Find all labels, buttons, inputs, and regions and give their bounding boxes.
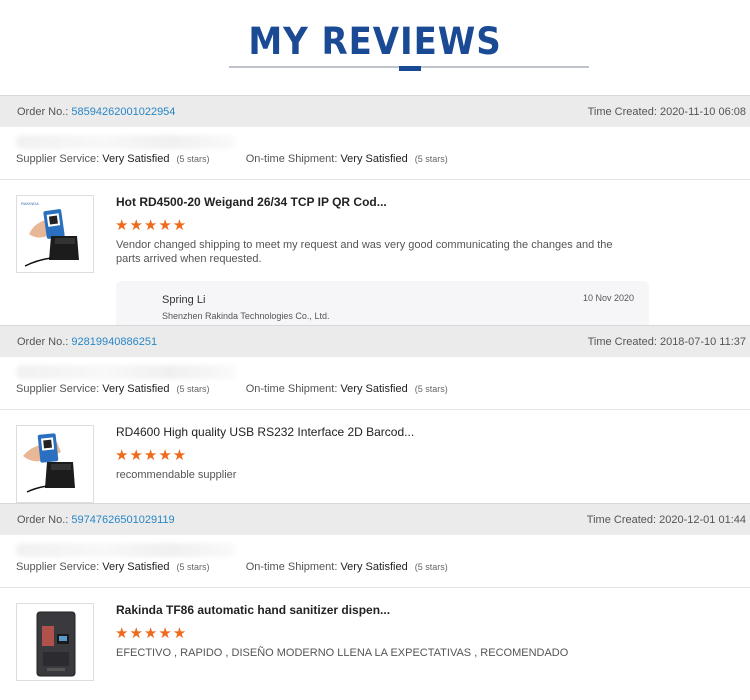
divider: [0, 179, 750, 180]
time-created: Time Created: 2018-07-10 11:37: [587, 336, 746, 348]
supplier-reply: Spring Li Shenzhen Rakinda Technologies …: [116, 281, 649, 325]
service-ratings: Supplier Service: Very Satisfied (5 star…: [16, 561, 448, 573]
divider: [0, 587, 750, 588]
product-thumbnail[interactable]: [16, 425, 94, 503]
order-number: Order No.: 59747626501029119: [17, 514, 175, 526]
supplier-rating: Very Satisfied: [102, 383, 170, 395]
review-comment: EFECTIVO , RAPIDO , DISEÑO MODERNO LLENA…: [116, 647, 569, 659]
product-stars: ★★★★★: [115, 217, 188, 234]
order-card: Order No.: 92819940886251 Time Created: …: [0, 325, 750, 503]
product-stars: ★★★★★: [115, 447, 188, 464]
shipment-rating: Very Satisfied: [340, 383, 408, 395]
product-thumbnail[interactable]: RAKINDA: [16, 195, 94, 273]
supplier-rating: Very Satisfied: [102, 561, 170, 573]
product-stars: ★★★★★: [115, 625, 188, 642]
barcode-reader-image: [17, 426, 93, 502]
order-card: Order No.: 58594262001022954 Time Create…: [0, 95, 750, 327]
barcode-reader-image: RAKINDA: [17, 196, 93, 272]
reply-name: Spring Li: [162, 294, 206, 306]
time-created: Time Created: 2020-12-01 01:44: [586, 514, 746, 526]
order-card: Order No.: 59747626501029119 Time Create…: [0, 503, 750, 700]
time-created: Time Created: 2020-11-10 06:08: [587, 106, 746, 118]
page-header: MY REVIEWS: [0, 0, 750, 96]
order-number-link[interactable]: 58594262001022954: [71, 106, 175, 118]
order-header: Order No.: 92819940886251 Time Created: …: [0, 325, 750, 357]
product-title-link[interactable]: RD4600 High quality USB RS232 Interface …: [116, 425, 414, 439]
order-number: Order No.: 92819940886251: [17, 336, 158, 348]
order-header: Order No.: 59747626501029119 Time Create…: [0, 503, 750, 535]
blurred-buyer-info: [16, 543, 236, 557]
service-ratings: Supplier Service: Very Satisfied (5 star…: [16, 153, 448, 165]
product-title-link[interactable]: Rakinda TF86 automatic hand sanitizer di…: [116, 603, 390, 617]
product-title-link[interactable]: Hot RD4500-20 Weigand 26/34 TCP IP QR Co…: [116, 195, 387, 209]
title-accent: [399, 66, 421, 71]
product-thumbnail[interactable]: [16, 603, 94, 681]
svg-text:RAKINDA: RAKINDA: [21, 201, 39, 206]
order-header: Order No.: 58594262001022954 Time Create…: [0, 95, 750, 127]
blurred-buyer-info: [16, 135, 236, 149]
reply-company: Shenzhen Rakinda Technologies Co., Ltd.: [162, 311, 330, 321]
order-number: Order No.: 58594262001022954: [17, 106, 176, 118]
shipment-rating: Very Satisfied: [340, 153, 408, 165]
page-title: MY REVIEWS: [248, 20, 502, 63]
hand-sanitizer-dispenser-image: [17, 604, 93, 680]
review-comment: Vendor changed shipping to meet my reque…: [116, 239, 613, 265]
blurred-buyer-info: [16, 365, 236, 379]
order-number-link[interactable]: 59747626501029119: [71, 514, 174, 526]
service-ratings: Supplier Service: Very Satisfied (5 star…: [16, 383, 448, 395]
review-comment: recommendable supplier: [116, 469, 237, 481]
order-number-link[interactable]: 92819940886251: [71, 336, 157, 348]
shipment-rating: Very Satisfied: [340, 561, 408, 573]
supplier-rating: Very Satisfied: [102, 153, 170, 165]
reply-date: 10 Nov 2020: [582, 293, 634, 303]
divider: [0, 409, 750, 410]
